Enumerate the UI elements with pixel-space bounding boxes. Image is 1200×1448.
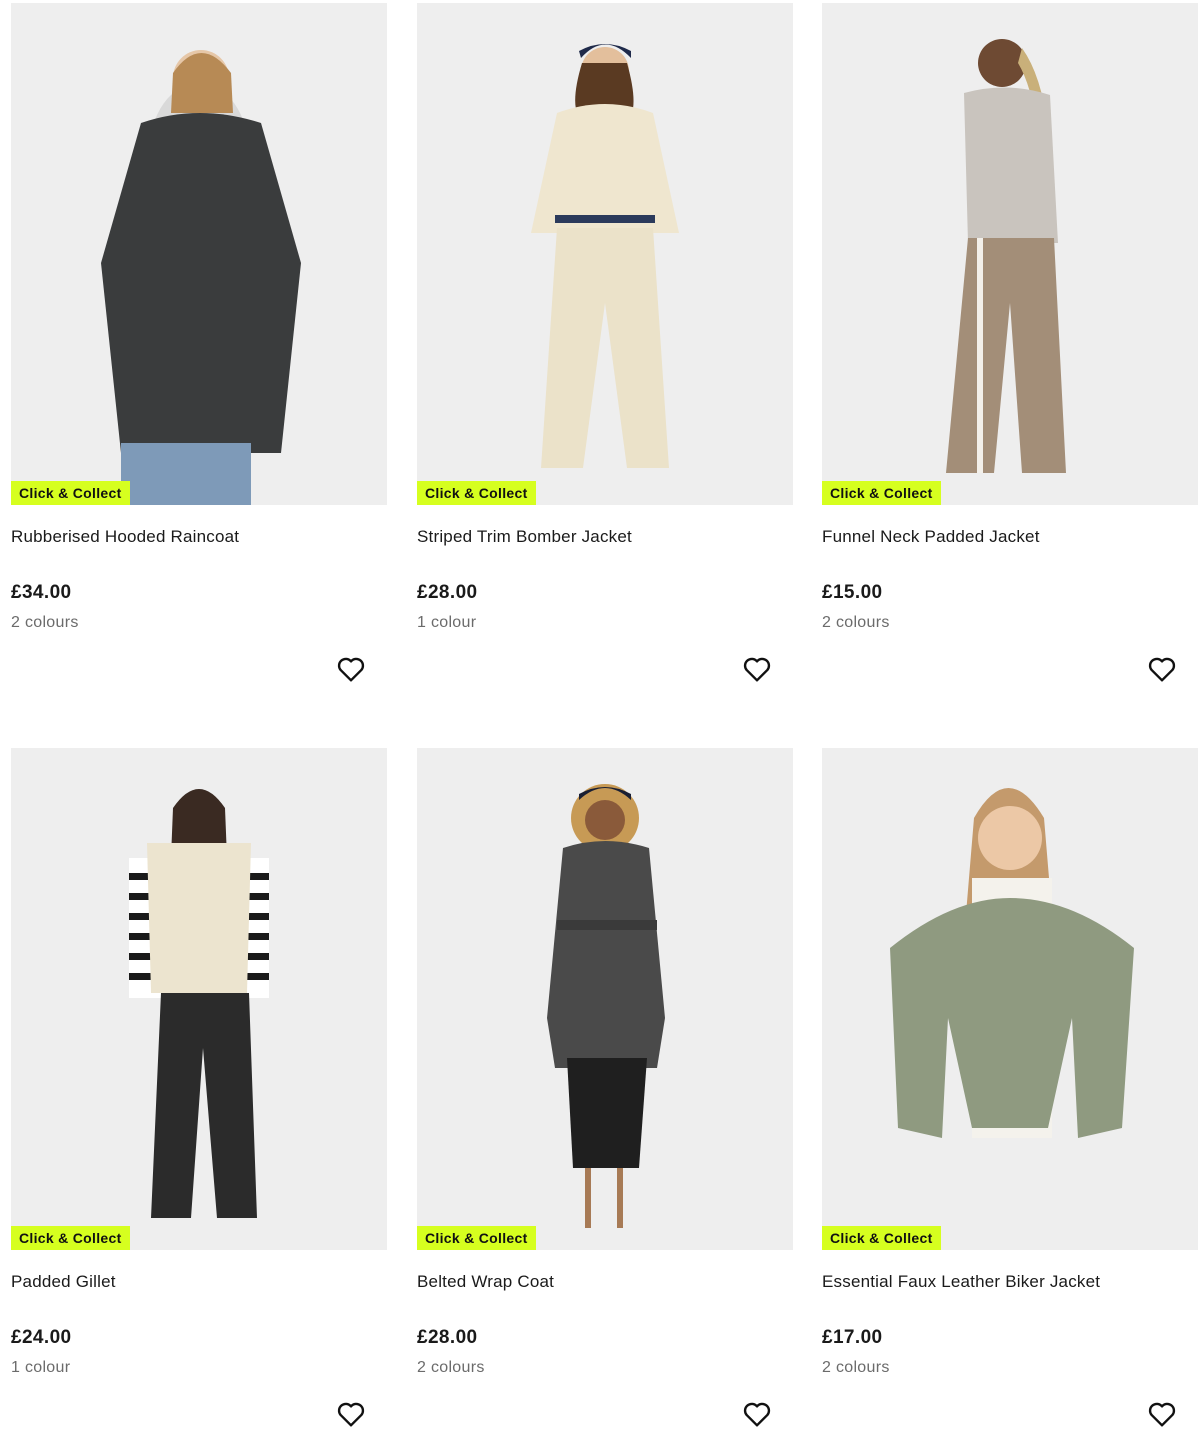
colour-count: 2 colours xyxy=(822,1359,890,1376)
product-image[interactable] xyxy=(417,3,793,505)
wishlist-button[interactable] xyxy=(335,1398,367,1430)
product-name[interactable]: Rubberised Hooded Raincoat xyxy=(11,527,239,547)
heart-outline-icon xyxy=(743,657,771,682)
colour-count: 2 colours xyxy=(417,1359,485,1376)
heart-outline-icon xyxy=(337,657,365,682)
product-image[interactable] xyxy=(11,748,387,1250)
product-price: £28.00 xyxy=(417,1327,478,1348)
click-collect-badge: Click & Collect xyxy=(417,481,536,505)
click-collect-badge: Click & Collect xyxy=(417,1226,536,1250)
wishlist-button[interactable] xyxy=(335,653,367,685)
click-collect-badge: Click & Collect xyxy=(11,1226,130,1250)
product-card[interactable]: Click & Collect Belted Wrap Coat £28.00 … xyxy=(417,748,793,1448)
colour-count: 1 colour xyxy=(417,614,477,631)
product-card[interactable]: Click & Collect Striped Trim Bomber Jack… xyxy=(417,3,793,703)
product-name[interactable]: Padded Gillet xyxy=(11,1272,116,1292)
product-image[interactable] xyxy=(11,3,387,505)
wishlist-button[interactable] xyxy=(741,653,773,685)
wishlist-button[interactable] xyxy=(741,1398,773,1430)
product-grid: Click & Collect Rubberised Hooded Rainco… xyxy=(0,0,1200,1432)
product-name[interactable]: Essential Faux Leather Biker Jacket xyxy=(822,1272,1100,1292)
click-collect-badge: Click & Collect xyxy=(822,1226,941,1250)
heart-outline-icon xyxy=(743,1402,771,1427)
click-collect-badge: Click & Collect xyxy=(822,481,941,505)
product-card[interactable]: Click & Collect Funnel Neck Padded Jacke… xyxy=(822,3,1198,703)
product-name[interactable]: Belted Wrap Coat xyxy=(417,1272,554,1292)
product-price: £34.00 xyxy=(11,582,72,603)
product-card[interactable]: Click & Collect Rubberised Hooded Rainco… xyxy=(11,3,387,703)
product-price: £24.00 xyxy=(11,1327,72,1348)
product-name[interactable]: Striped Trim Bomber Jacket xyxy=(417,527,632,547)
product-image[interactable] xyxy=(822,748,1198,1250)
colour-count: 2 colours xyxy=(822,614,890,631)
product-image[interactable] xyxy=(822,3,1198,505)
heart-outline-icon xyxy=(1148,1402,1176,1427)
product-card[interactable]: Click & Collect Padded Gillet £24.00 1 c… xyxy=(11,748,387,1448)
heart-outline-icon xyxy=(337,1402,365,1427)
product-image[interactable] xyxy=(417,748,793,1250)
product-price: £28.00 xyxy=(417,582,478,603)
product-name[interactable]: Funnel Neck Padded Jacket xyxy=(822,527,1040,547)
colour-count: 2 colours xyxy=(11,614,79,631)
product-price: £17.00 xyxy=(822,1327,883,1348)
product-price: £15.00 xyxy=(822,582,883,603)
wishlist-button[interactable] xyxy=(1146,1398,1178,1430)
colour-count: 1 colour xyxy=(11,1359,71,1376)
wishlist-button[interactable] xyxy=(1146,653,1178,685)
heart-outline-icon xyxy=(1148,657,1176,682)
click-collect-badge: Click & Collect xyxy=(11,481,130,505)
product-card[interactable]: Click & Collect Essential Faux Leather B… xyxy=(822,748,1198,1448)
